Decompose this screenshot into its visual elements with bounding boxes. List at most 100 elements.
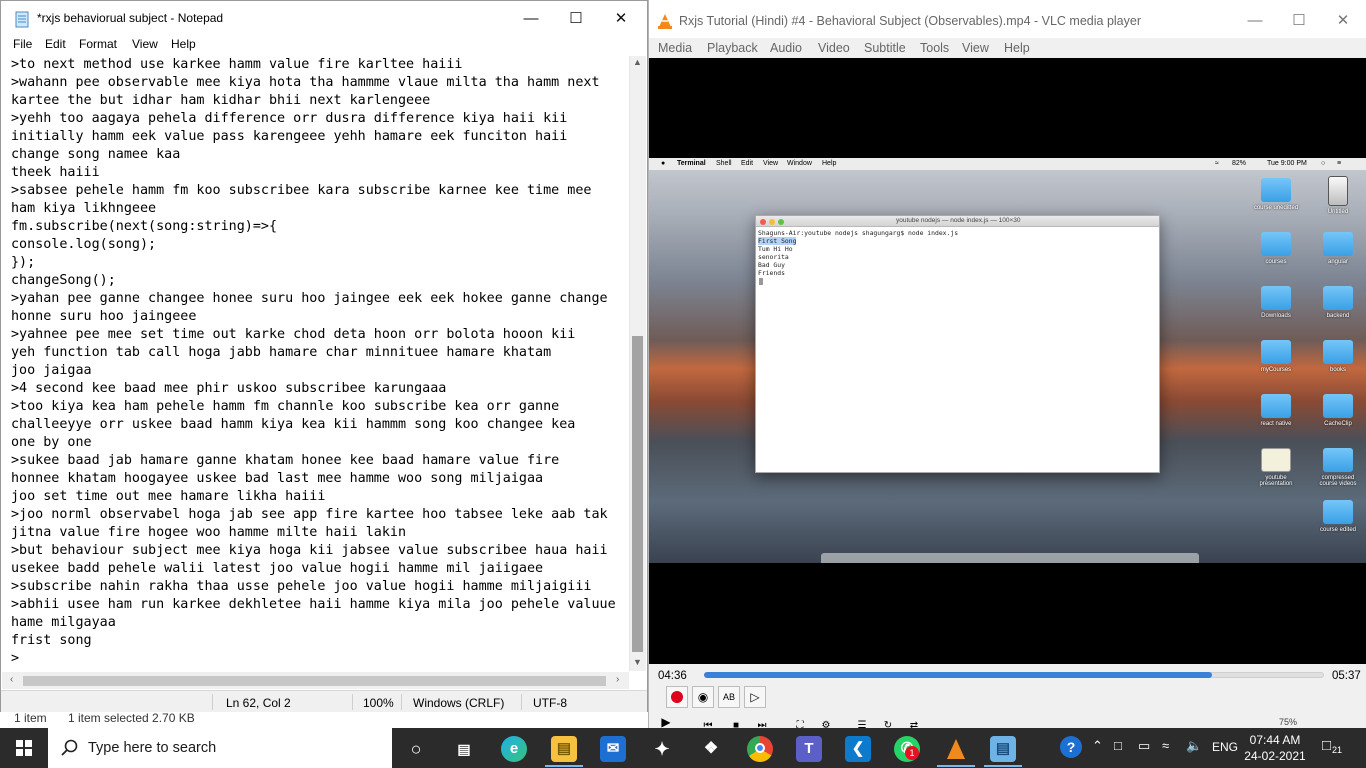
language-indicator[interactable]: ENG xyxy=(1212,740,1238,754)
vlc-window: Rxjs Tutorial (Hindi) #4 - Behavioral Su… xyxy=(648,0,1366,731)
mac-battery-level: 82% xyxy=(1232,160,1247,167)
notepad-maximize-button[interactable]: ☐ xyxy=(554,7,598,31)
terminal-prompt-line: Shaguns-Air:youtube nodejs shagungarg$ n… xyxy=(758,229,959,237)
mac-search-icon: ○ xyxy=(1321,160,1326,167)
vlc-menu-media[interactable]: Media xyxy=(658,41,692,55)
cortana-icon[interactable]: ○ xyxy=(403,736,429,762)
vlc-titlebar[interactable]: Rxjs Tutorial (Hindi) #4 - Behavioral Su… xyxy=(649,0,1366,38)
status-cursor-position: Ln 62, Col 2 xyxy=(226,696,291,710)
vlc-minimize-button[interactable]: — xyxy=(1233,9,1277,33)
device-icon[interactable]: □ xyxy=(1114,738,1122,753)
vlc-maximize-button[interactable]: ☐ xyxy=(1277,9,1321,33)
mac-menu-view: View xyxy=(763,160,779,167)
file-explorer-icon[interactable]: ▤ xyxy=(551,736,577,762)
start-button[interactable] xyxy=(0,728,48,768)
notepad-taskbar-icon[interactable]: ▤ xyxy=(990,736,1016,762)
vlc-menu-tools[interactable]: Tools xyxy=(920,41,949,55)
vlc-close-button[interactable]: ✕ xyxy=(1321,9,1365,33)
search-placeholder: Type here to search xyxy=(88,740,217,756)
vlc-frame-step-button[interactable]: ▷ xyxy=(744,686,766,708)
notepad-close-button[interactable]: ✕ xyxy=(599,7,643,31)
battery-icon[interactable]: ▭ xyxy=(1138,738,1150,754)
scroll-up-arrow-icon[interactable]: ▲ xyxy=(633,57,642,67)
show-hidden-icons-icon[interactable]: ⌃ xyxy=(1092,738,1103,754)
notepad-statusbar: Ln 62, Col 2 100% Windows (CRLF) UTF-8 xyxy=(1,690,647,712)
notepad-horizontal-scroll-thumb[interactable] xyxy=(23,676,606,686)
notepad-window: *rxjs behaviorual subject - Notepad — ☐ … xyxy=(0,0,648,712)
notepad-titlebar[interactable]: *rxjs behaviorual subject - Notepad — ☐ … xyxy=(1,1,647,35)
taskbar-search-box[interactable]: Type here to search xyxy=(48,728,392,768)
explorer-item-count: 1 item xyxy=(14,711,47,725)
vscode-icon[interactable]: ❮ xyxy=(845,736,871,762)
desktop-folder-icon: myCourses xyxy=(1253,340,1299,373)
windows-logo-icon xyxy=(16,740,32,756)
vlc-controls: ◉ AB ▷ ▶ ⏮ ■ ⏭ ⛶ ⚙ ☰ ↻ ⇄ 75% xyxy=(649,686,1366,731)
teams-icon[interactable]: T xyxy=(796,736,822,762)
task-view-icon[interactable]: ▤ xyxy=(451,736,477,762)
vlc-record-button[interactable] xyxy=(666,686,688,708)
vlc-seek-progress[interactable] xyxy=(704,672,1212,678)
vlc-total-time: 05:37 xyxy=(1332,670,1361,682)
notepad-menubar: File Edit Format View Help xyxy=(1,35,647,55)
scroll-right-arrow-icon[interactable]: › xyxy=(616,674,619,685)
terminal-cursor xyxy=(759,278,763,285)
vlc-loop-ab-button[interactable]: AB xyxy=(718,686,740,708)
search-icon xyxy=(61,739,78,756)
notepad-text-area[interactable]: >to next method use karkee hamm value fi… xyxy=(11,56,626,671)
wifi-icon[interactable]: ≈ xyxy=(1162,738,1169,753)
vlc-window-title: Rxjs Tutorial (Hindi) #4 - Behavioral Su… xyxy=(679,14,1141,28)
desktop-folder-icon: backend xyxy=(1315,286,1361,319)
clock-date: 24-02-2021 xyxy=(1244,749,1306,763)
chrome-icon[interactable] xyxy=(747,736,773,762)
vlc-seek-row: 04:36 05:37 xyxy=(649,664,1366,686)
mac-dock xyxy=(821,553,1199,563)
desktop-keynote-icon: youtube presentation xyxy=(1253,448,1299,487)
whatsapp-notification-badge: 1 xyxy=(905,746,919,760)
mac-menubar: ● Terminal Shell Edit View Window Help ≈… xyxy=(649,158,1366,170)
file-explorer-active-indicator xyxy=(545,765,583,767)
mail-icon[interactable]: ✉ xyxy=(600,736,626,762)
clock-time: 07:44 AM xyxy=(1249,733,1301,747)
vlc-menu-video[interactable]: Video xyxy=(818,41,850,55)
desktop-folder-icon: course uneditted xyxy=(1253,178,1299,211)
edge-browser-icon[interactable]: e xyxy=(501,736,527,762)
menu-file[interactable]: File xyxy=(13,37,32,51)
terminal-close-dot-icon xyxy=(760,219,766,225)
notepad-minimize-button[interactable]: — xyxy=(509,7,553,31)
mac-terminal-window: youtube nodejs — node index.js — 100×30 … xyxy=(755,215,1160,473)
scroll-left-arrow-icon[interactable]: ‹ xyxy=(10,674,13,685)
vlc-volume-level[interactable]: 75% xyxy=(1279,717,1297,727)
menu-view[interactable]: View xyxy=(132,37,158,51)
scroll-down-arrow-icon[interactable]: ▼ xyxy=(633,657,642,667)
vlc-menu-playback[interactable]: Playback xyxy=(707,41,758,55)
action-center-icon[interactable]: □ xyxy=(1322,737,1331,754)
menu-format[interactable]: Format xyxy=(79,37,117,51)
vlc-menu-audio[interactable]: Audio xyxy=(770,41,802,55)
vlc-video-area[interactable]: ● Terminal Shell Edit View Window Help ≈… xyxy=(649,58,1366,664)
notepad-vertical-scroll-thumb[interactable] xyxy=(632,336,643,652)
terminal-line: Tum Hi Ho xyxy=(758,245,793,254)
vlc-taskbar-icon[interactable] xyxy=(943,736,969,762)
taskbar-clock[interactable]: 07:44 AM 24-02-2021 xyxy=(1244,732,1306,764)
vlc-menu-view[interactable]: View xyxy=(962,41,989,55)
menu-help[interactable]: Help xyxy=(171,37,196,51)
app-s-icon[interactable]: ✦ xyxy=(649,736,675,762)
desktop-folder-icon: react native xyxy=(1253,394,1299,427)
notepad-app-icon xyxy=(15,11,29,28)
help-icon[interactable]: ? xyxy=(1060,736,1082,758)
terminal-line: senorita xyxy=(758,253,789,262)
terminal-line: Bad Guy xyxy=(758,261,785,270)
dropbox-icon[interactable]: ❖ xyxy=(698,736,724,762)
volume-icon[interactable]: 🔈 xyxy=(1186,738,1202,754)
mac-menu-help: Help xyxy=(822,160,837,167)
menu-edit[interactable]: Edit xyxy=(45,37,66,51)
terminal-titlebar: youtube nodejs — node index.js — 100×30 xyxy=(756,216,1159,227)
vlc-cone-icon xyxy=(658,14,672,29)
vlc-snapshot-button[interactable]: ◉ xyxy=(692,686,714,708)
vlc-active-indicator xyxy=(937,765,975,767)
vlc-menu-help[interactable]: Help xyxy=(1004,41,1030,55)
desktop-folder-icon: courses xyxy=(1253,232,1299,265)
terminal-zoom-dot-icon xyxy=(778,219,784,225)
desktop-drive-icon: Untitled xyxy=(1315,176,1361,215)
vlc-menu-subtitle[interactable]: Subtitle xyxy=(864,41,906,55)
